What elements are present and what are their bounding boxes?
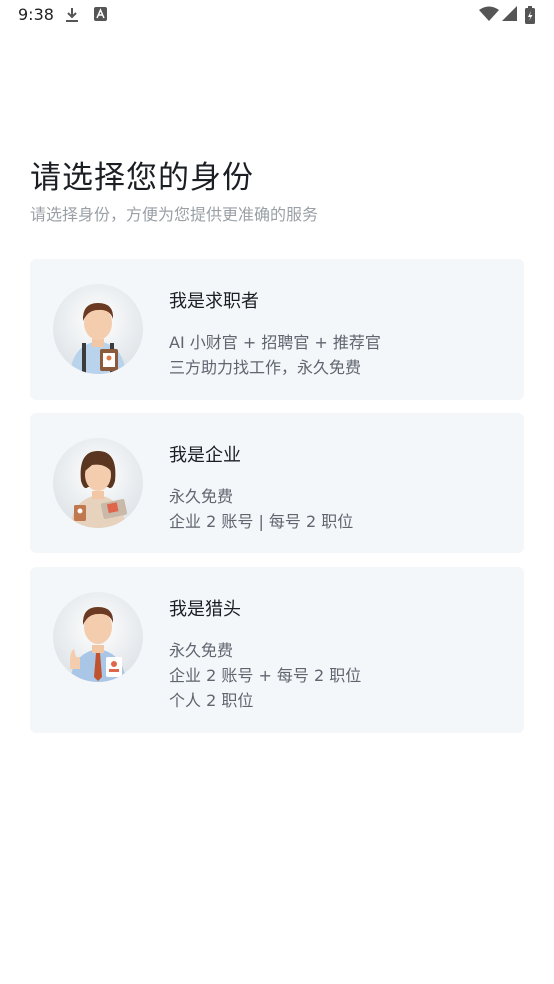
app-a-icon (94, 7, 107, 21)
status-bar: 9:38 (0, 0, 554, 32)
role-description-line: 企业 2 账号 | 每号 2 职位 (169, 512, 354, 531)
role-title-headhunter: 我是猎头 (169, 599, 241, 620)
page-title: 请选择您的身份 (30, 160, 254, 196)
role-description-line: 个人 2 职位 (169, 691, 254, 710)
role-description-line: 永久免费 (169, 641, 234, 660)
role-description-line: 三方助力找工作，永久免费 (169, 358, 362, 377)
status-time: 9:38 (18, 5, 54, 24)
signal-icon (502, 6, 517, 21)
enterprise-avatar (53, 438, 143, 528)
role-card-job-seeker[interactable]: 我是求职者 AI 小财官 + 招聘官 + 推荐官 三方助力找工作，永久免费 (30, 259, 524, 400)
role-description-line: 永久免费 (169, 487, 234, 506)
role-description-line: 企业 2 账号 + 每号 2 职位 (169, 666, 362, 685)
download-icon (66, 8, 78, 22)
headhunter-avatar (53, 592, 143, 682)
page-subtitle: 请选择身份，方便为您提供更准确的服务 (30, 205, 319, 224)
role-card-enterprise[interactable]: 我是企业 永久免费 企业 2 账号 | 每号 2 职位 (30, 413, 524, 553)
job-seeker-avatar (53, 284, 143, 374)
role-card-headhunter[interactable]: 我是猎头 永久免费 企业 2 账号 + 每号 2 职位 个人 2 职位 (30, 567, 524, 733)
role-title-enterprise: 我是企业 (169, 445, 241, 466)
role-title-job-seeker: 我是求职者 (169, 291, 259, 312)
role-description-line: AI 小财官 + 招聘官 + 推荐官 (169, 333, 381, 352)
battery-charging-icon (525, 6, 535, 24)
wifi-icon (479, 6, 499, 21)
